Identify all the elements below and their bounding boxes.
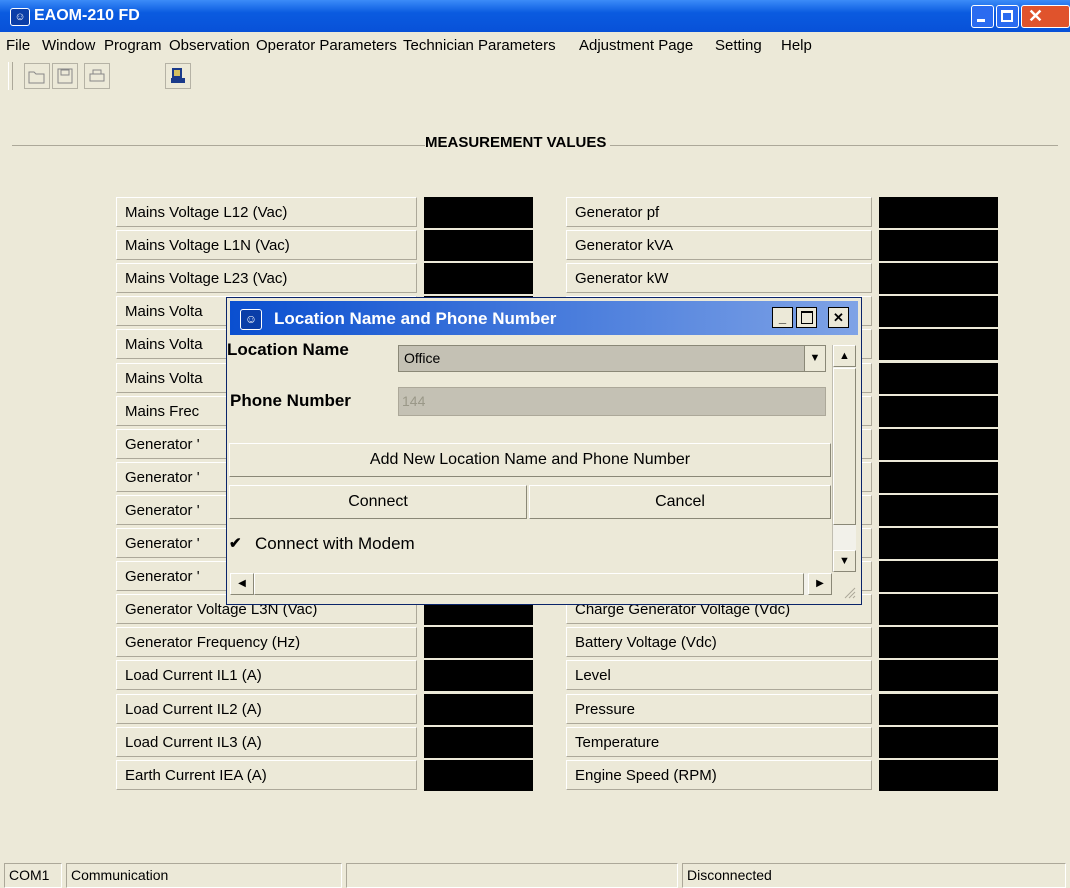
menu-file[interactable]: File	[6, 37, 30, 54]
save-icon[interactable]	[52, 63, 78, 89]
menu-observation[interactable]: Observation	[169, 37, 250, 54]
measurement-value-display	[424, 263, 533, 294]
measurement-value-display	[879, 594, 998, 625]
phone-number-label: Phone Number	[230, 391, 351, 410]
print-icon[interactable]	[84, 63, 110, 89]
measurement-label: Generator kVA	[566, 230, 872, 260]
measurement-value-display	[879, 329, 998, 360]
measurement-label: Engine Speed (RPM)	[566, 760, 872, 790]
modem-label: Connect with Modem	[255, 534, 415, 553]
toolbar	[0, 58, 1070, 90]
dialog-title-bar: ☺ Location Name and Phone Number _ ✕	[230, 301, 858, 335]
location-name-value: Office	[404, 350, 441, 366]
measurement-value-display	[879, 760, 998, 791]
measurement-label: Mains Voltage L1N (Vac)	[116, 230, 417, 260]
measurement-value-display	[879, 528, 998, 559]
horizontal-scrollbar[interactable]: ◀ ▶	[230, 573, 832, 595]
measurement-value-display	[879, 694, 998, 725]
location-name-dropdown[interactable]: Office ▼	[398, 345, 826, 372]
dialog-maximize-button[interactable]	[796, 307, 817, 328]
maximize-button[interactable]	[996, 5, 1019, 28]
dialog-minimize-button[interactable]: _	[772, 307, 793, 328]
menu-setting[interactable]: Setting	[715, 37, 762, 54]
open-folder-icon[interactable]	[24, 63, 50, 89]
menu-adjustment-page[interactable]: Adjustment Page	[579, 37, 693, 54]
status-port: COM1	[4, 863, 62, 888]
measurement-value-display	[879, 660, 998, 691]
resize-grip-icon[interactable]	[842, 585, 856, 599]
measurement-label: Generator kW	[566, 263, 872, 293]
measurement-value-display	[879, 495, 998, 526]
app-icon: ☺	[10, 8, 30, 26]
minimize-button[interactable]	[971, 5, 994, 28]
measurement-value-display	[879, 197, 998, 228]
scroll-right-icon[interactable]: ▶	[808, 573, 832, 595]
measurement-label: Generator Frequency (Hz)	[116, 627, 417, 657]
measurement-label: Mains Voltage L23 (Vac)	[116, 263, 417, 293]
menu-window[interactable]: Window	[42, 37, 95, 54]
cancel-button[interactable]: Cancel	[529, 485, 831, 519]
status-bar: COM1 Communication Disconnected	[0, 860, 1070, 888]
measurement-value-display	[879, 429, 998, 460]
menu-operator-parameters[interactable]: Operator Parameters	[256, 37, 397, 54]
vertical-scrollbar[interactable]: ▲ ▼	[832, 345, 856, 572]
window-title: EAOM-210 FD	[34, 7, 140, 24]
menu-help[interactable]: Help	[781, 37, 812, 54]
scroll-left-icon[interactable]: ◀	[230, 573, 254, 595]
measurement-label: Load Current IL3 (A)	[116, 727, 417, 757]
measurement-value-display	[424, 627, 533, 658]
measurement-label: Load Current IL1 (A)	[116, 660, 417, 690]
menu-program[interactable]: Program	[104, 37, 162, 54]
measurement-value-display	[424, 660, 533, 691]
section-title: MEASUREMENT VALUES	[425, 134, 611, 151]
measurement-value-display	[879, 296, 998, 327]
dialog-close-button[interactable]: ✕	[828, 307, 849, 328]
connect-icon[interactable]	[165, 63, 191, 89]
measurement-value-display	[879, 462, 998, 493]
measurement-value-display	[424, 760, 533, 791]
measurement-label: Level	[566, 660, 872, 690]
measurement-value-display	[879, 627, 998, 658]
phone-number-field[interactable]: 144	[398, 387, 826, 416]
status-blank	[346, 863, 678, 888]
measurement-label: Earth Current IEA (A)	[116, 760, 417, 790]
status-communication: Communication	[66, 863, 342, 888]
close-button[interactable]: ✕	[1021, 5, 1070, 28]
close-icon: ✕	[1028, 6, 1044, 26]
measurement-value-display	[424, 727, 533, 758]
measurement-value-display	[879, 230, 998, 261]
measurement-label: Pressure	[566, 694, 872, 724]
measurement-value-display	[424, 230, 533, 261]
measurement-value-display	[879, 263, 998, 294]
dialog-title: Location Name and Phone Number	[274, 309, 557, 328]
measurement-value-display	[879, 727, 998, 758]
title-bar: ☺ EAOM-210 FD ✕	[0, 0, 1070, 32]
menu-bar: File Window Program Observation Operator…	[0, 32, 1070, 58]
measurement-value-display	[424, 197, 533, 228]
measurement-label: Generator pf	[566, 197, 872, 227]
measurement-label: Temperature	[566, 727, 872, 757]
connect-button[interactable]: Connect	[229, 485, 527, 519]
dialog-app-icon: ☺	[240, 309, 262, 330]
hscroll-thumb[interactable]	[254, 573, 804, 595]
modem-checkbox[interactable]: ✔	[229, 534, 244, 552]
location-dialog: ☺ Location Name and Phone Number _ ✕ Loc…	[226, 297, 862, 605]
scroll-thumb[interactable]	[833, 368, 856, 525]
location-name-label: Location Name	[227, 340, 349, 359]
menu-technician-parameters[interactable]: Technician Parameters	[403, 37, 556, 54]
status-connection: Disconnected	[682, 863, 1066, 888]
measurement-label: Load Current IL2 (A)	[116, 694, 417, 724]
measurement-value-display	[879, 396, 998, 427]
scroll-up-icon[interactable]: ▲	[833, 345, 856, 367]
measurement-value-display	[879, 363, 998, 394]
measurement-label: Mains Voltage L12 (Vac)	[116, 197, 417, 227]
measurement-value-display	[424, 694, 533, 725]
add-location-button[interactable]: Add New Location Name and Phone Number	[229, 443, 831, 477]
close-icon: ✕	[833, 309, 844, 325]
scroll-down-icon[interactable]: ▼	[833, 550, 856, 572]
measurement-value-display	[879, 561, 998, 592]
checkmark-icon: ✔	[229, 535, 242, 552]
measurement-label: Battery Voltage (Vdc)	[566, 627, 872, 657]
chevron-down-icon[interactable]: ▼	[804, 346, 825, 371]
